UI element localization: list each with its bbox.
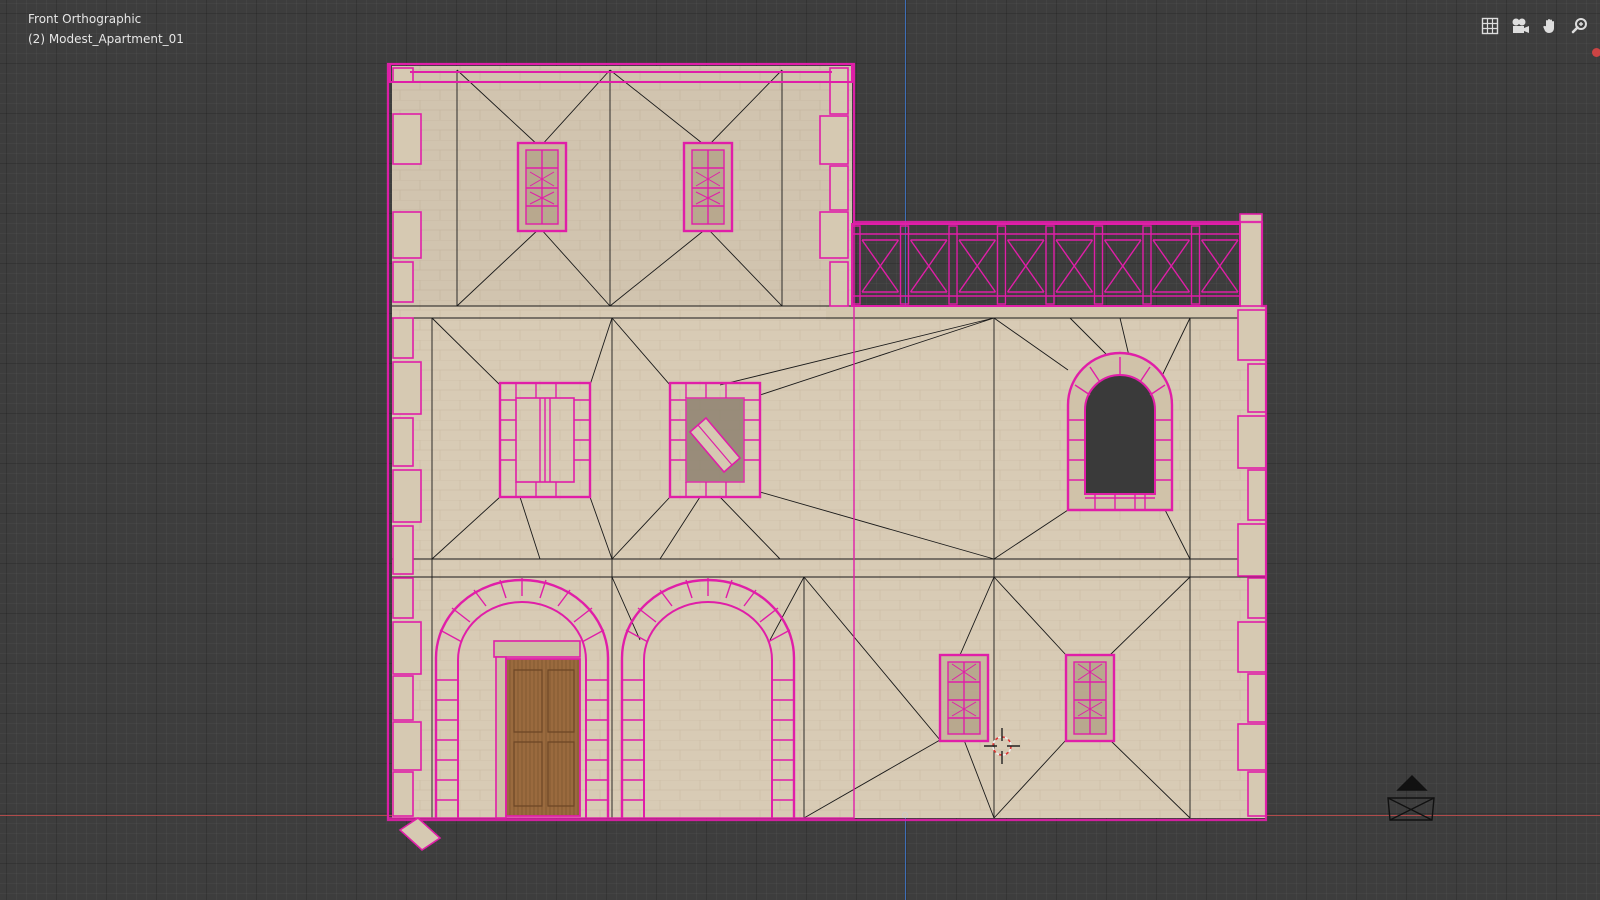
railing-brace	[958, 239, 997, 293]
scene-canvas[interactable]	[0, 0, 1600, 900]
railing-brace	[1055, 239, 1094, 293]
tower-window-right[interactable]	[682, 141, 734, 233]
railing-brace	[1006, 239, 1045, 293]
railing-post	[1190, 225, 1201, 305]
status-dot-icon	[1592, 48, 1600, 57]
railing-post	[996, 225, 1007, 305]
3d-viewport[interactable]: Front Orthographic (2) Modest_Apartment_…	[0, 0, 1600, 900]
tower-window-left[interactable]	[516, 141, 568, 233]
camera-icon	[1512, 18, 1529, 33]
pan-hand-icon[interactable]	[1538, 14, 1562, 38]
railing-post	[1142, 225, 1152, 305]
grid-icon	[1481, 17, 1499, 35]
active-object-label: (2) Modest_Apartment_01	[28, 32, 184, 46]
arched-window[interactable]	[1066, 351, 1174, 512]
hand-icon	[1543, 19, 1554, 33]
camera-object-icon[interactable]	[1387, 775, 1435, 821]
lower-window-right[interactable]	[1064, 653, 1116, 743]
lower-wing-wall[interactable]	[828, 318, 1266, 818]
railing-post	[948, 225, 958, 305]
railing-brace	[861, 239, 900, 293]
front-door[interactable]	[493, 640, 581, 819]
railing-post	[1045, 225, 1055, 305]
railing-post	[851, 225, 861, 305]
railing-brace	[1152, 239, 1191, 293]
magnifier-icon	[1571, 18, 1587, 34]
railing-post	[899, 225, 910, 305]
railing-post	[1093, 225, 1104, 305]
railing-brace	[909, 239, 948, 293]
railing-brace	[1103, 239, 1142, 293]
view-name-label: Front Orthographic	[28, 12, 142, 26]
toggle-ortho-grid-icon[interactable]	[1478, 14, 1502, 38]
camera-view-icon[interactable]	[1508, 14, 1532, 38]
fallen-stone[interactable]	[398, 816, 442, 852]
railing-brace	[1200, 239, 1239, 293]
zoom-icon[interactable]	[1568, 14, 1592, 38]
lower-window-left[interactable]	[938, 653, 990, 743]
balcony-railing[interactable]	[851, 223, 1241, 307]
